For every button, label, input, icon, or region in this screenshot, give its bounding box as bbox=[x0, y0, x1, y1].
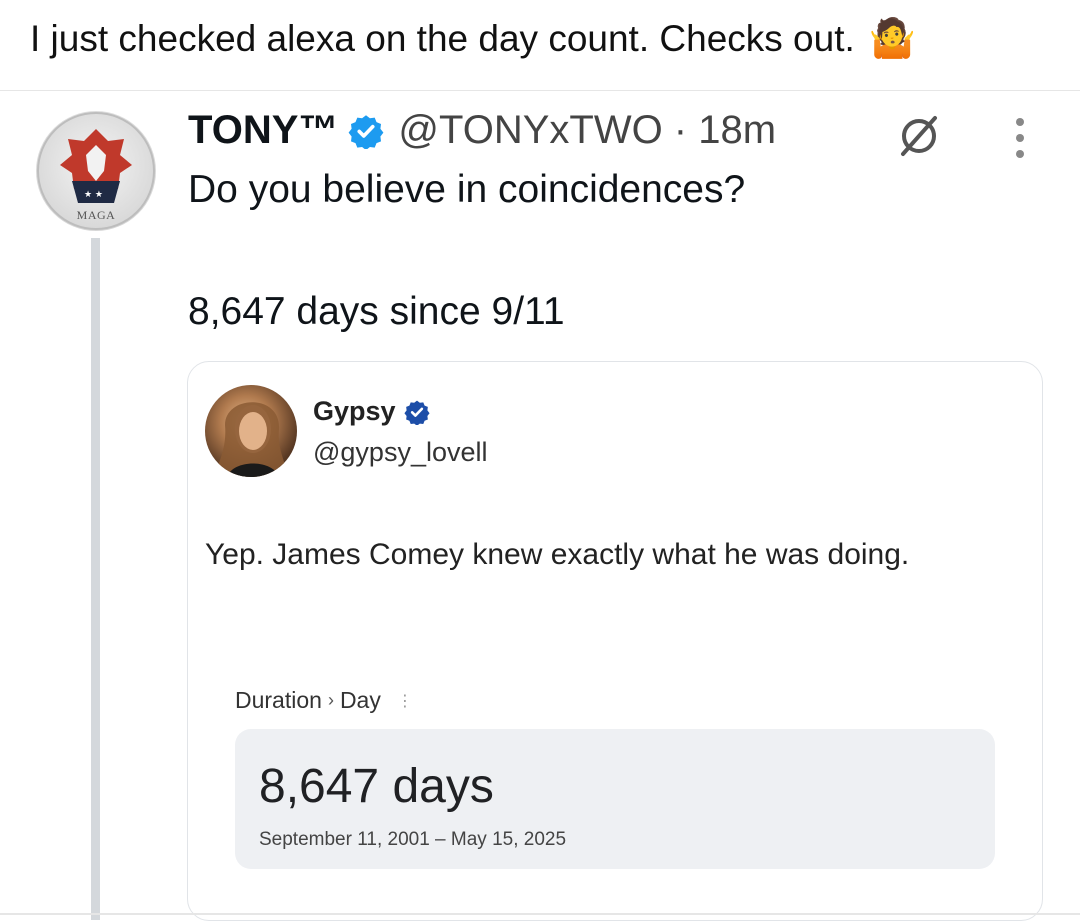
shrug-emoji-icon: 🤷 bbox=[868, 18, 917, 60]
more-options-icon[interactable] bbox=[1010, 116, 1030, 160]
quoted-name-text: Gypsy bbox=[313, 396, 396, 426]
tweet-header: TONY™ @TONYxTWO · 18m bbox=[188, 108, 776, 153]
breadcrumb: Duration › Day ⋮ bbox=[235, 687, 413, 714]
divider bbox=[0, 913, 1080, 915]
avatar[interactable]: ★ ★ MAGA bbox=[36, 111, 156, 231]
quoted-handle: @gypsy_lovell bbox=[313, 437, 488, 467]
breadcrumb-duration: Duration bbox=[235, 687, 322, 713]
svg-text:★ ★: ★ ★ bbox=[84, 190, 103, 200]
divider bbox=[0, 90, 1080, 91]
verified-badge-icon bbox=[403, 399, 430, 426]
kebab-icon: ⋮ bbox=[396, 692, 413, 710]
display-name[interactable]: TONY™ bbox=[188, 108, 338, 153]
verified-badge-icon bbox=[348, 113, 384, 150]
duration-result-box: 8,647 days September 11, 2001 – May 15, … bbox=[235, 729, 995, 869]
breadcrumb-day: Day bbox=[339, 687, 381, 713]
caption: I just checked alexa on the day count. C… bbox=[30, 18, 916, 60]
handle-and-time[interactable]: @TONYxTWO · 18m bbox=[398, 108, 776, 153]
duration-value: 8,647 days bbox=[259, 760, 494, 813]
quoted-tweet-card[interactable]: Gypsy @gypsy_lovell Yep. James Comey kne… bbox=[187, 361, 1043, 921]
tweet-text-line1: Do you believe in coincidences? bbox=[188, 168, 746, 211]
quoted-avatar[interactable] bbox=[205, 385, 297, 477]
tweet-text-line2: 8,647 days since 9/11 bbox=[188, 290, 565, 333]
thread-line bbox=[91, 238, 100, 920]
quoted-tweet-text: Yep. James Comey knew exactly what he wa… bbox=[205, 538, 910, 571]
quoted-display-name: Gypsy bbox=[313, 396, 430, 427]
avatar-label: MAGA bbox=[76, 208, 116, 222]
grok-icon[interactable] bbox=[895, 112, 943, 160]
caption-text: I just checked alexa on the day count. C… bbox=[30, 18, 855, 59]
chevron-right-icon: › bbox=[327, 690, 334, 710]
duration-range: September 11, 2001 – May 15, 2025 bbox=[259, 829, 567, 850]
